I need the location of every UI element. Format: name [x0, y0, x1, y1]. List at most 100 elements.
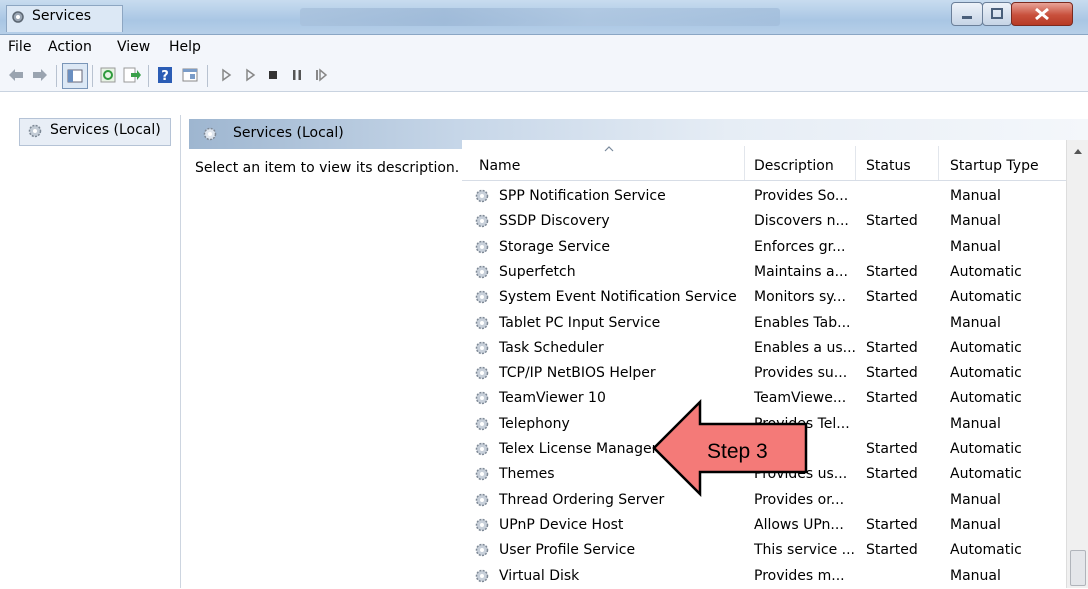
service-startup-type: Automatic	[950, 390, 1022, 407]
export-list-icon[interactable]	[122, 65, 142, 85]
service-startup-type: Manual	[950, 516, 1001, 533]
column-divider[interactable]	[744, 146, 745, 180]
service-status: Started	[866, 289, 918, 306]
table-row[interactable]: Storage Service Enforces gr... Manual	[462, 235, 1066, 260]
service-startup-type: Automatic	[950, 365, 1022, 382]
service-startup-type: Manual	[950, 188, 1001, 204]
maximize-button[interactable]	[982, 2, 1012, 26]
back-arrow-icon[interactable]	[6, 65, 26, 85]
pause-icon[interactable]	[287, 65, 307, 85]
description-hint: Select an item to view its description.	[195, 160, 460, 176]
gear-icon	[475, 442, 489, 456]
svg-text:?: ?	[161, 69, 169, 84]
toolbar-separator	[56, 65, 57, 87]
help-icon[interactable]: ?	[155, 65, 175, 85]
tree-item-services-local[interactable]: Services (Local)	[19, 118, 171, 146]
table-row[interactable]: Task Scheduler Enables a us... Started Auto…	[462, 336, 1066, 361]
table-row[interactable]: UPnP Device Host Allows UPn... Started Manu…	[462, 513, 1066, 538]
service-startup-type: Manual	[950, 314, 1001, 331]
service-description: Provides su...	[754, 365, 848, 382]
service-startup-type: Automatic	[950, 441, 1022, 457]
table-row[interactable]: User Profile Service This service ... Star…	[462, 538, 1066, 563]
minimize-button[interactable]	[951, 2, 983, 26]
service-description: Provides So...	[754, 188, 849, 204]
service-description: Provides m...	[754, 567, 845, 584]
gear-icon	[475, 366, 489, 380]
menu-help[interactable]: Help	[169, 39, 201, 55]
scroll-up-icon[interactable]	[1073, 147, 1083, 155]
forward-arrow-icon[interactable]	[30, 65, 50, 85]
column-divider[interactable]	[855, 146, 856, 180]
service-description: Enforces gr...	[754, 238, 846, 255]
column-header-status[interactable]: Status	[866, 158, 911, 174]
service-name: Tablet PC Input Service	[499, 314, 661, 331]
column-header-name[interactable]: Name	[479, 158, 520, 174]
start-alt-icon[interactable]	[240, 65, 260, 85]
service-startup-type: Manual	[950, 491, 1001, 508]
service-startup-type: Manual	[950, 415, 1001, 432]
table-row[interactable]: Virtual Disk Provides m... Manual	[462, 564, 1066, 589]
service-name: Telex License Manager	[499, 441, 658, 457]
stop-icon[interactable]	[263, 65, 283, 85]
list-header: Name Description Status Startup Type	[462, 140, 1066, 181]
service-status: Started	[866, 365, 918, 382]
properties-icon[interactable]	[180, 65, 200, 85]
restart-icon[interactable]	[311, 65, 331, 85]
gear-icon	[475, 290, 489, 304]
table-row[interactable]: SPP Notification Service Provides So... Ma…	[462, 184, 1066, 209]
service-description: Monitors sy...	[754, 289, 846, 306]
column-divider[interactable]	[938, 146, 939, 180]
refresh-icon[interactable]	[98, 65, 118, 85]
service-name: Superfetch	[499, 263, 576, 280]
menu-action[interactable]: Action	[48, 39, 92, 55]
column-header-description[interactable]: Description	[754, 158, 834, 174]
service-startup-type: Automatic	[950, 542, 1022, 559]
service-description: Enables a us...	[754, 339, 856, 356]
service-name: SSDP Discovery	[499, 213, 610, 230]
table-row[interactable]: TCP/IP NetBIOS Helper Provides su... Start…	[462, 361, 1066, 386]
menu-view[interactable]: View	[117, 39, 150, 55]
window-title: Services	[32, 8, 92, 24]
service-name: Virtual Disk	[499, 567, 580, 584]
service-name: Telephony	[499, 415, 570, 432]
sort-ascending-icon	[604, 146, 614, 152]
console-tree-pane	[0, 115, 181, 588]
scrollbar-thumb[interactable]	[1070, 550, 1086, 586]
toolbar: ?	[0, 59, 1088, 92]
console-tree-icon[interactable]	[62, 63, 88, 89]
service-status: Started	[866, 339, 918, 356]
service-name: UPnP Device Host	[499, 516, 624, 533]
gear-icon	[475, 468, 489, 481]
service-description: Allows UPn...	[754, 516, 844, 533]
maximize-icon	[991, 8, 1003, 19]
toolbar-separator	[148, 65, 149, 87]
gear-icon	[475, 493, 489, 506]
menu-file[interactable]: File	[8, 39, 31, 55]
column-header-startup-type[interactable]: Startup Type	[950, 158, 1039, 174]
service-status: Started	[866, 441, 918, 457]
start-icon[interactable]	[216, 65, 236, 85]
service-status: Started	[866, 213, 918, 230]
service-name: User Profile Service	[499, 542, 636, 559]
vertical-scrollbar[interactable]	[1066, 140, 1088, 588]
service-description: This service ...	[754, 542, 856, 559]
close-button[interactable]	[1011, 2, 1073, 26]
table-row[interactable]: Tablet PC Input Service Enables Tab... Man…	[462, 311, 1066, 336]
blurred-title-area	[300, 8, 780, 26]
service-name: Storage Service	[499, 238, 610, 255]
gear-icon	[475, 341, 489, 355]
service-status: Started	[866, 263, 918, 280]
close-icon	[1035, 7, 1049, 21]
service-startup-type: Manual	[950, 213, 1001, 230]
service-startup-type: Manual	[950, 567, 1001, 584]
table-row[interactable]: System Event Notification Service Monitor…	[462, 285, 1066, 310]
step-callout-label: Step 3	[707, 440, 768, 463]
table-row[interactable]: SSDP Discovery Discovers n... Started Manua…	[462, 209, 1066, 234]
service-startup-type: Automatic	[950, 289, 1022, 306]
service-name: Thread Ordering Server	[499, 491, 665, 508]
gear-icon	[475, 543, 489, 557]
service-description: Discovers n...	[754, 213, 849, 230]
table-row[interactable]: Superfetch Maintains a... Started Automatic	[462, 260, 1066, 285]
service-name: TeamViewer 10	[499, 390, 606, 407]
service-name: Task Scheduler	[499, 339, 604, 356]
